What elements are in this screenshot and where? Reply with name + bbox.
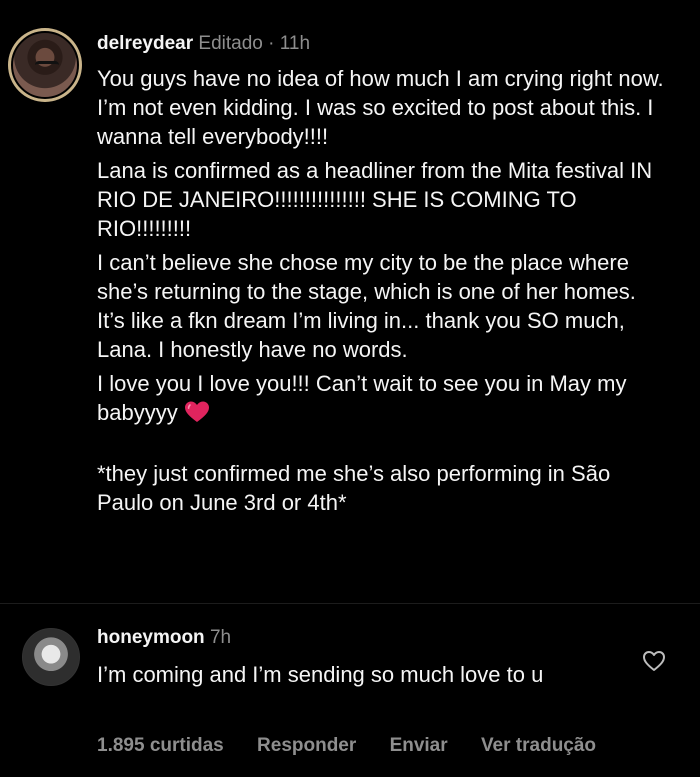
reply-header: honeymoon 7h [97, 627, 231, 649]
reply-avatar[interactable] [22, 628, 80, 686]
comment-paragraph: I can’t believe she chose my city to be … [97, 250, 636, 362]
heart-outline-icon[interactable] [642, 650, 666, 672]
comment-paragraph: Lana is confirmed as a headliner from th… [97, 158, 653, 241]
meta-separator: · [268, 33, 275, 54]
thread-divider [0, 603, 700, 604]
comment-paragraph: *they just confirmed me she’s also perfo… [97, 461, 611, 515]
see-translation-button[interactable]: Ver tradução [481, 735, 596, 757]
send-button[interactable]: Enviar [390, 735, 448, 757]
edited-label: Editado [198, 33, 263, 54]
comment-header: delreydear Editado · 11h [97, 33, 310, 55]
likes-count[interactable]: 1.895 curtidas [97, 735, 224, 757]
reply-timestamp[interactable]: 7h [210, 627, 231, 648]
comment-paragraph: You guys have no idea of how much I am c… [97, 66, 664, 149]
reply-username-link[interactable]: honeymoon [97, 627, 205, 648]
user-avatar[interactable] [11, 31, 79, 99]
comment-timestamp[interactable]: 11h [280, 33, 310, 54]
comment-paragraph-with-emoji: I love you I love you!!! Can’t wait to s… [97, 369, 667, 427]
main-comment: delreydear Editado · 11h You guys have n… [0, 0, 700, 603]
username-link[interactable]: delreydear [97, 33, 193, 54]
reply-button[interactable]: Responder [257, 735, 356, 757]
red-heart-icon [184, 401, 209, 422]
reply-text: I’m coming and I’m sending so much love … [97, 662, 544, 687]
comment-paragraph-text: I love you I love you!!! Can’t wait to s… [97, 371, 627, 425]
reply-actions: 1.895 curtidas Responder Enviar Ver trad… [97, 735, 596, 757]
comment-thread: delreydear Editado · 11h You guys have n… [0, 0, 700, 777]
comment-body: You guys have no idea of how much I am c… [97, 64, 667, 522]
user-avatar-ring[interactable] [8, 28, 82, 102]
